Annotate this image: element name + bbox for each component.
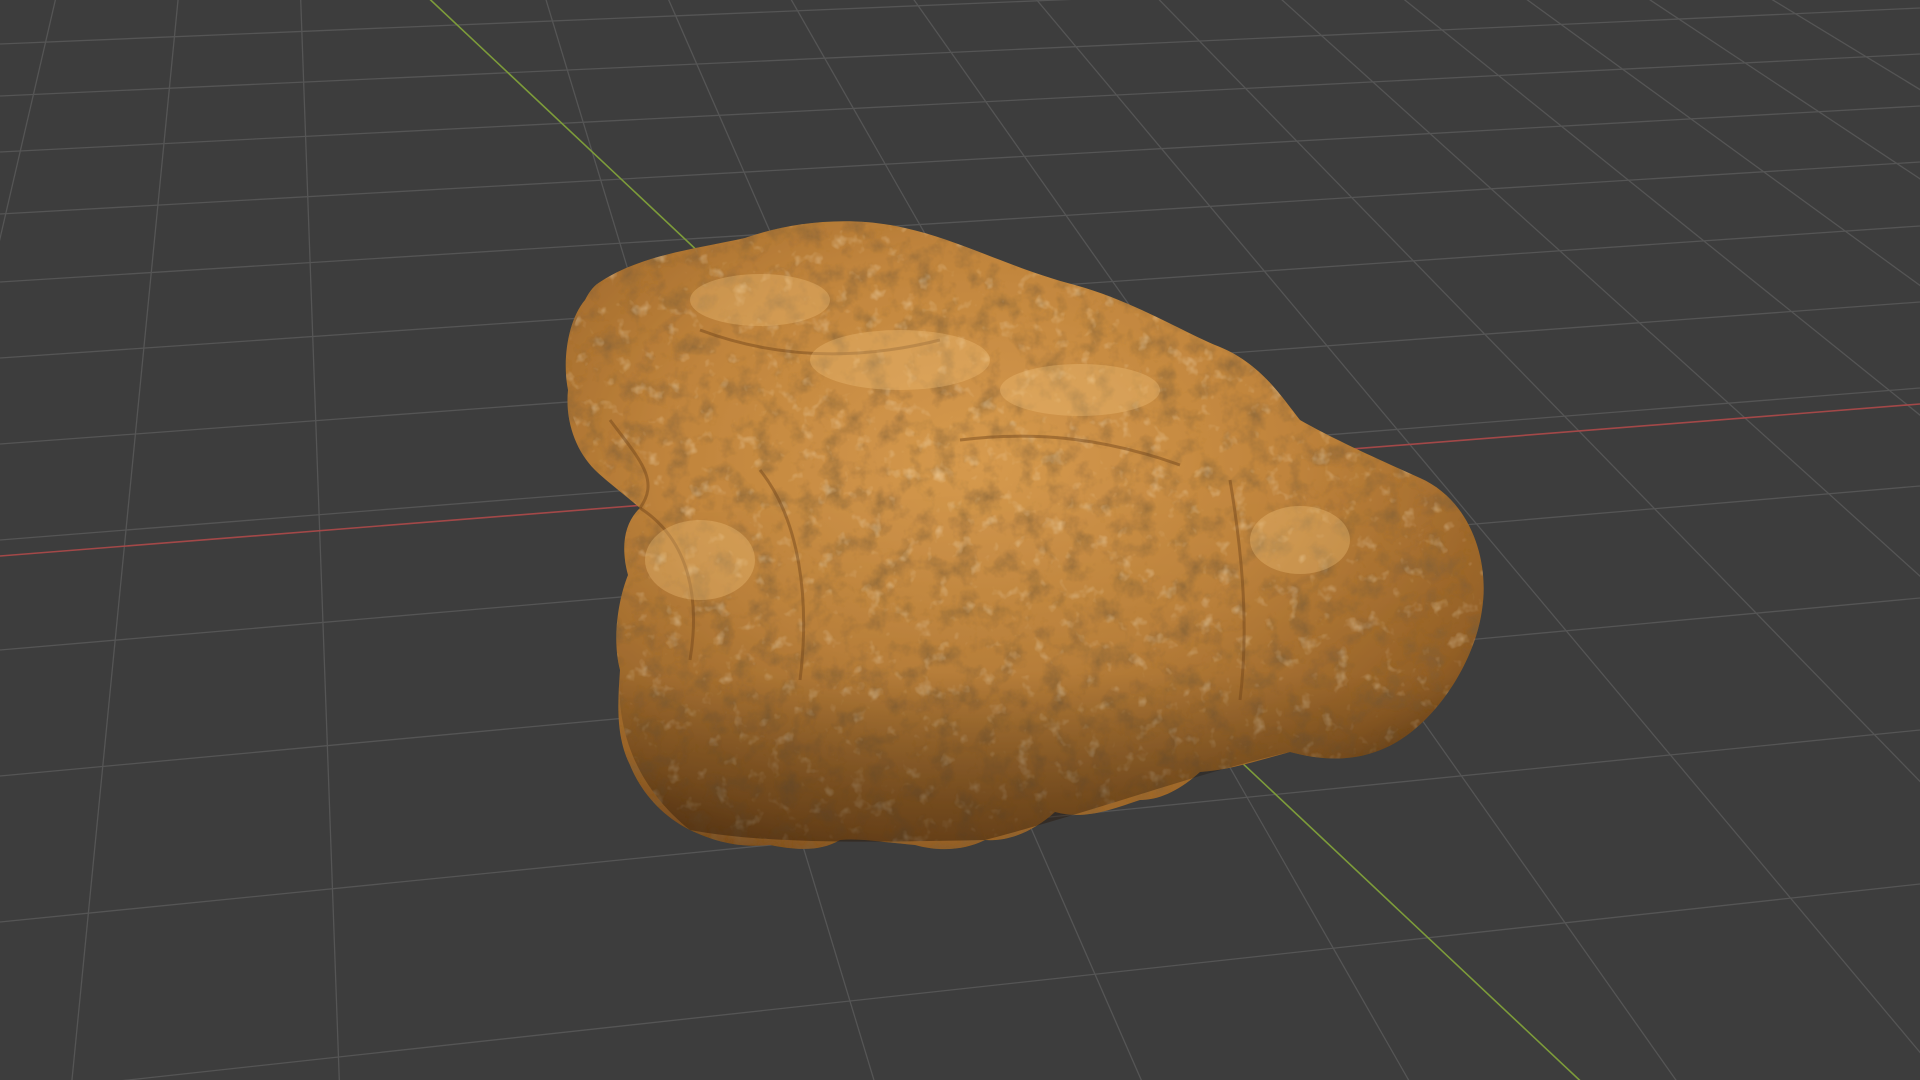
3d-viewport[interactable] xyxy=(0,0,1920,1080)
viewport-canvas[interactable] xyxy=(0,0,1920,1080)
